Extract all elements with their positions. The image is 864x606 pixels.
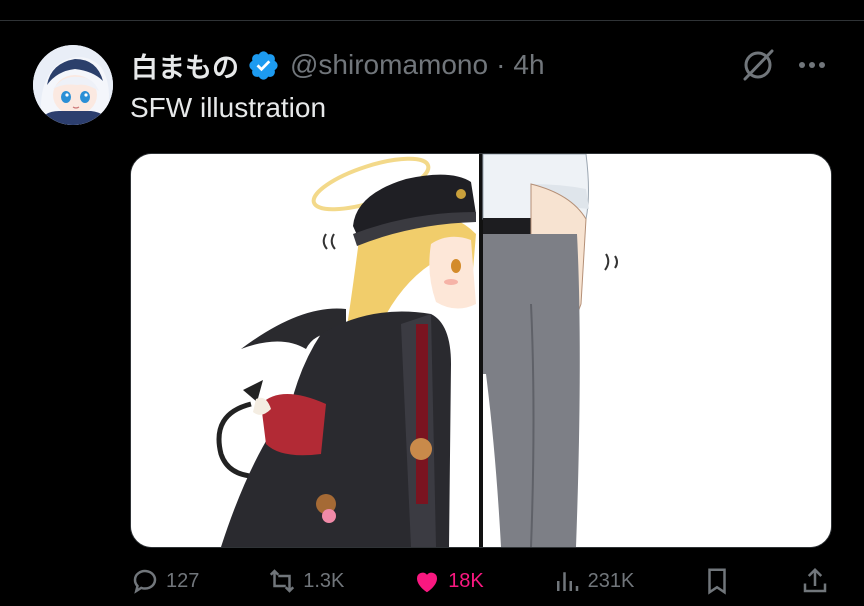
separator-dot: ·	[496, 49, 506, 80]
repost-count: 1.3K	[303, 569, 345, 592]
reply-icon	[133, 569, 157, 594]
timestamp[interactable]: 4h	[513, 49, 544, 81]
tweet-media-image[interactable]	[130, 153, 832, 548]
views-icon	[556, 572, 578, 591]
views-count: 231K	[587, 569, 635, 592]
share-icon	[803, 567, 827, 593]
avatar[interactable]	[33, 45, 113, 125]
reply-button[interactable]: 127	[130, 566, 199, 596]
avatar-image	[33, 45, 113, 125]
top-divider	[0, 20, 864, 21]
illustration	[131, 154, 831, 547]
action-bar: 127 1.3K 18K 231K	[130, 566, 830, 606]
repost-button[interactable]: 1.3K	[267, 566, 344, 596]
reply-count: 127	[166, 569, 200, 592]
views-button[interactable]: 231K	[552, 566, 635, 596]
verified-badge-icon[interactable]	[247, 49, 280, 82]
tweet-text: SFW illustration	[130, 92, 327, 123]
like-button[interactable]: 18K	[412, 566, 484, 596]
share-button[interactable]	[800, 566, 830, 596]
tweet-header: 白まもの @shiromamono · 4h	[131, 46, 545, 84]
handle[interactable]: @shiromamono	[290, 49, 488, 81]
like-icon	[417, 572, 438, 593]
bookmark-button[interactable]	[702, 566, 732, 596]
display-name[interactable]: 白まもの	[131, 46, 239, 85]
repost-icon	[270, 569, 295, 593]
like-count: 18K	[448, 569, 484, 592]
bookmark-icon	[708, 568, 726, 595]
more-icon[interactable]	[796, 50, 828, 80]
grok-icon[interactable]	[739, 48, 777, 82]
